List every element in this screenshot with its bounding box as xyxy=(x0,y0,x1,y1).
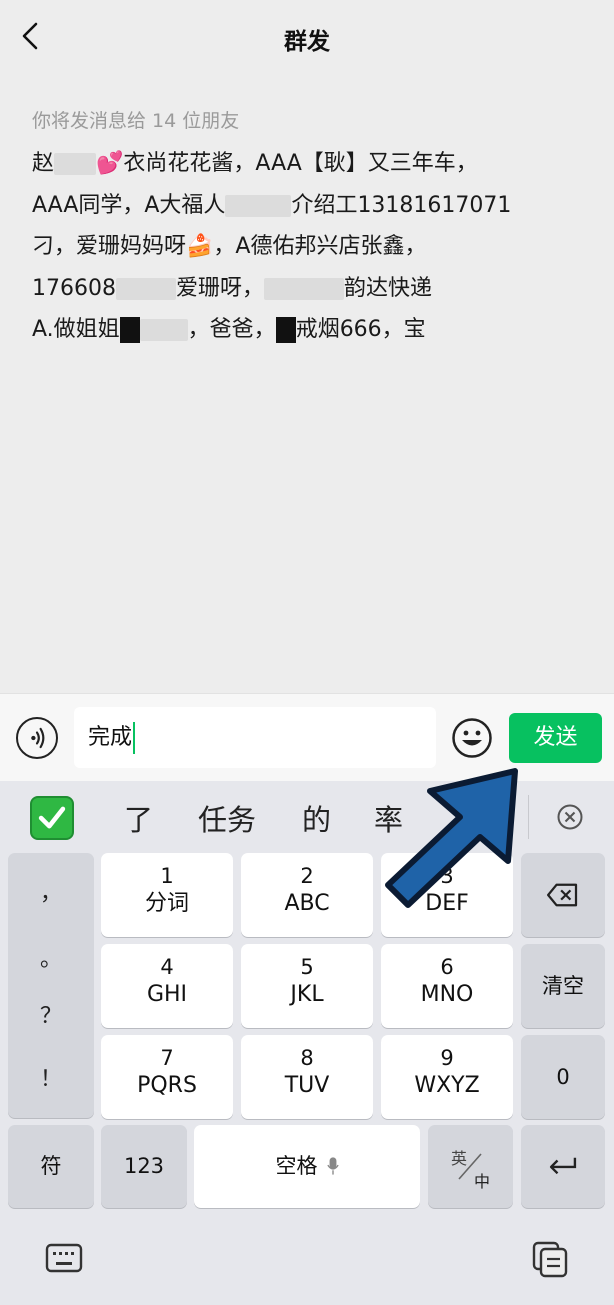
symbols-key[interactable]: 符 xyxy=(8,1125,94,1208)
recipients-line-4: 176608 爱珊呀， 韵达快递 xyxy=(32,268,592,310)
header: 群发 xyxy=(0,0,614,74)
key-2[interactable]: 2 ABC xyxy=(241,853,373,937)
recipient-text: ，爸爸， xyxy=(187,317,276,342)
key-number: 2 xyxy=(300,864,314,888)
blurred-name xyxy=(54,153,97,175)
key-number: 4 xyxy=(160,955,174,979)
punct-key[interactable]: ， xyxy=(8,875,94,907)
clear-key[interactable]: 清空 xyxy=(521,944,605,1028)
language-switch-key[interactable]: 英 中 xyxy=(428,1125,513,1208)
key-4[interactable]: 4 GHI xyxy=(101,944,233,1028)
backspace-icon xyxy=(547,883,578,907)
recipient-text: 戒烟666，宝 xyxy=(295,317,426,342)
recipients-count-label: 你将发消息给 14 位朋友 xyxy=(32,110,240,132)
close-circle-icon[interactable] xyxy=(556,803,584,831)
recipient-text: 💕衣尚花花酱，AAA【耿】又三年车， xyxy=(96,151,478,176)
message-input[interactable]: 完成 xyxy=(74,707,436,768)
candidate-word[interactable]: 了 xyxy=(124,797,153,839)
numbers-label: 123 xyxy=(123,1154,165,1178)
key-number: 8 xyxy=(300,1046,314,1070)
recipient-text: 介绍工13181617071 xyxy=(291,192,512,218)
key-number: 6 xyxy=(440,955,454,979)
zero-label: 0 xyxy=(556,1065,570,1089)
page-title: 群发 xyxy=(284,29,330,55)
key-5[interactable]: 5 JKL xyxy=(241,944,373,1028)
clipboard-icon[interactable] xyxy=(531,1240,569,1278)
key-6[interactable]: 6 MNO xyxy=(381,944,513,1028)
punct-key[interactable]: ？ xyxy=(8,998,94,1030)
key-number: 1 xyxy=(160,864,174,888)
backspace-key[interactable] xyxy=(521,853,605,937)
lang-chinese-label: 中 xyxy=(474,1172,491,1191)
key-number: 5 xyxy=(300,955,314,979)
punctuation-column[interactable]: ， 。 ？ ！ xyxy=(8,853,94,1118)
text-caret xyxy=(133,722,136,754)
emoji-icon[interactable] xyxy=(451,717,493,759)
candidate-word[interactable]: 的 xyxy=(302,797,331,839)
enter-key[interactable] xyxy=(521,1125,605,1208)
voice-input-icon[interactable] xyxy=(16,717,58,759)
space-label: 空格 xyxy=(275,1154,318,1178)
keyboard-switch-icon[interactable] xyxy=(45,1242,83,1274)
recipients-list: 赵 💕衣尚花花酱，AAA【耿】又三年车， AAA同学，A大福人 介绍工1318161… xyxy=(32,143,592,351)
redacted-block xyxy=(275,317,296,343)
candidate-divider xyxy=(528,795,529,839)
microphone-icon xyxy=(326,1157,339,1175)
recipients-line-3: 刁，爱珊妈妈呀🍰，A德佑邦兴店张鑫， xyxy=(32,226,592,268)
key-letters: 分词 xyxy=(144,891,189,916)
candidate-word[interactable]: 任务 xyxy=(198,797,256,839)
numbers-key[interactable]: 123 xyxy=(101,1125,187,1208)
blurred-name xyxy=(139,319,188,341)
symbols-label: 符 xyxy=(40,1154,62,1178)
key-7[interactable]: 7 PQRS xyxy=(101,1035,233,1119)
recipient-text: AAA同学，A大福人 xyxy=(32,192,226,218)
key-number: 7 xyxy=(160,1046,174,1070)
key-letters: WXYZ xyxy=(414,1073,480,1098)
redacted-block xyxy=(119,317,140,343)
recipients-line-5: A.做姐姐 ，爸爸， 戒烟666，宝 xyxy=(32,309,592,351)
recipients-line-1: 赵 💕衣尚花花酱，AAA【耿】又三年车， xyxy=(32,143,592,185)
key-8[interactable]: 8 TUV xyxy=(241,1035,373,1119)
key-letters: TUV xyxy=(284,1073,330,1098)
blurred-name xyxy=(225,194,292,217)
pointer-arrow-annotation xyxy=(385,768,518,908)
key-0[interactable]: 0 xyxy=(521,1035,605,1119)
key-letters: ABC xyxy=(284,891,330,916)
key-letters: JKL xyxy=(290,982,324,1007)
recipient-text: 176608 xyxy=(32,275,116,301)
clear-label: 清空 xyxy=(542,974,584,998)
space-key[interactable]: 空格 xyxy=(194,1125,420,1208)
blurred-name xyxy=(115,277,176,300)
recipient-text: 爱珊呀， xyxy=(175,275,264,301)
keyboard: ， 。 ？ ！ 1 分词 2 ABC 3 DEF 4 GHI 5 JKL 6 MNO 清空 … xyxy=(0,853,614,1305)
punct-key[interactable]: 。 xyxy=(8,941,94,973)
key-letters: PQRS xyxy=(137,1073,197,1098)
key-9[interactable]: 9 WXYZ xyxy=(381,1035,513,1119)
recipient-text: A.做姐姐 xyxy=(32,317,120,342)
recipient-text: 刁，爱珊妈妈呀🍰，A德佑邦兴店张鑫， xyxy=(32,234,427,259)
send-button[interactable]: 发送 xyxy=(509,713,602,763)
punct-key[interactable]: ！ xyxy=(8,1061,94,1093)
key-letters: GHI xyxy=(146,982,188,1007)
enter-icon xyxy=(549,1157,577,1175)
recipients-line-2: AAA同学，A大福人 介绍工13181617071 xyxy=(32,185,592,227)
message-input-text: 完成 xyxy=(88,725,133,750)
recipient-text: 韵达快递 xyxy=(344,275,433,301)
key-number: 9 xyxy=(440,1046,454,1070)
key-letters: MNO xyxy=(420,982,474,1007)
check-mark-emoji-icon[interactable] xyxy=(30,796,74,840)
recipient-text: 赵 xyxy=(32,151,55,176)
blurred-name xyxy=(264,277,344,300)
key-1[interactable]: 1 分词 xyxy=(101,853,233,937)
